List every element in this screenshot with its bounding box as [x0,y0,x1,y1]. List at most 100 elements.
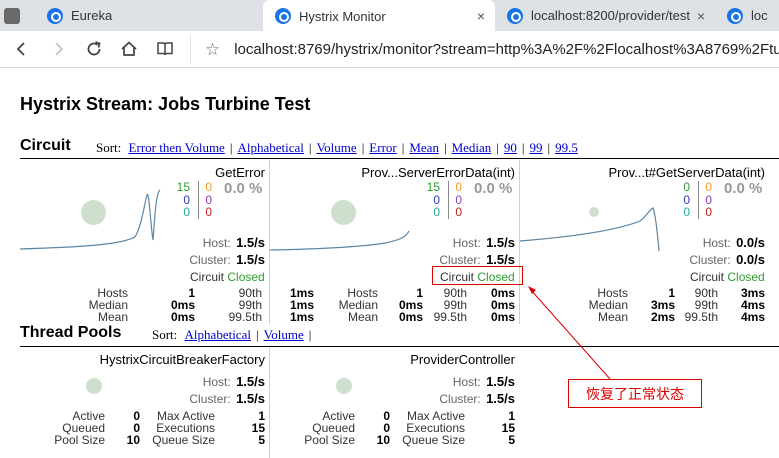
sort-99[interactable]: 99 [530,140,543,155]
pool-host-rate: Host: 1.5/s [453,374,515,389]
tab-close-icon[interactable]: × [697,8,705,24]
pool-host-rate: Host: 1.5/s [203,374,265,389]
sort-separator: | [401,140,405,155]
pool-sort-alphabetical[interactable]: Alphabetical [185,327,251,342]
host-rate: Host: 1.5/s [453,235,515,250]
pool-size-label: Pool Size [54,433,105,447]
circuit-sort-bar: Sort: Error then Volume | Alphabetical | Vol… [96,140,578,156]
circuit-status-value: Closed [227,270,265,284]
reading-view-button[interactable] [153,37,177,61]
queue-size-value: 5 [258,433,265,447]
pool-sort-volume[interactable]: Volume [264,327,304,342]
tab-localhost[interactable]: loc [715,0,779,31]
error-percentage: 0.0 % [474,180,513,197]
address-bar[interactable]: ☆ localhost:8769/hystrix/monitor?stream=… [190,35,779,64]
failure-count: 0 [205,205,212,219]
p995-label: 99.5th [228,310,262,324]
pool-stats: Active 0 Max Active 1 Queued 0 Executions 15 P… [270,410,515,446]
home-icon [121,41,137,56]
latency-stats: Hosts 1 90th 0ms Median 0ms 99th 0ms Mean 0ms 99… [270,287,515,323]
tab-label: localhost:8200/provider/test1/1 [531,8,691,23]
circuit-name: GetError [215,165,265,180]
p995-value: 4ms [740,310,765,324]
mean-value: 0ms [170,310,195,324]
circuit-status: Circuit Closed [690,270,765,284]
health-circle [81,200,106,225]
mean-label: Mean [97,310,128,324]
queue-size-value: 5 [508,433,515,447]
cluster-rate-value: 1.5/s [236,391,265,406]
tab-favicon-icon [727,7,743,24]
sort-error-then-volume[interactable]: Error then Volume [129,140,225,155]
pool-name: HystrixCircuitBreakerFactory [99,352,265,367]
success-count: 0 [683,180,690,194]
sort-separator: | [361,140,365,155]
sort-separator: | [255,327,259,342]
reload-button[interactable] [82,37,106,61]
p995-label: 99.5th [684,310,718,324]
sort-separator: | [521,140,525,155]
circuit-heading: Circuit [20,137,71,154]
sort-99-5[interactable]: 99.5 [555,140,578,155]
pool-health-circle [86,378,102,394]
sort-mean[interactable]: Mean [409,140,439,155]
sort-median[interactable]: Median [452,140,492,155]
book-icon [157,42,173,56]
tab-favicon-icon [47,7,63,24]
circuit-status: Circuit Closed [190,270,265,284]
bookmark-star-icon[interactable]: ☆ [205,40,220,60]
circuit-label: Circuit [690,270,725,284]
circuit-divider [20,158,779,159]
tab-favicon-icon [507,7,523,24]
tab-provider-test[interactable]: localhost:8200/provider/test1/1 × [495,0,715,31]
health-circle [589,207,599,217]
page-title: Hystrix Stream: Jobs Turbine Test [20,94,311,114]
sort-label: Sort: [96,140,122,155]
queue-size-label: Queue Size [402,433,465,447]
host-label: Host: [702,236,731,250]
cluster-rate: Cluster: 0.0/s [689,252,765,267]
forward-arrow-icon [55,42,64,56]
pool-size-label: Pool Size [304,433,355,447]
cluster-rate-value: 1.5/s [486,391,515,406]
forward-button[interactable] [46,37,70,61]
cluster-rate: Cluster: 1.5/s [439,252,515,267]
count-separator [448,181,449,219]
back-button[interactable] [10,37,34,61]
url-text: localhost:8769/hystrix/monitor?stream=ht… [234,41,779,58]
sort-alphabetical[interactable]: Alphabetical [237,140,303,155]
cluster-label: Cluster: [189,253,231,267]
error-percentage: 0.0 % [224,180,263,197]
host-rate: Host: 1.5/s [203,235,265,250]
cluster-rate-value: 1.5/s [236,252,265,267]
highlight-box [432,266,523,285]
sort-separator: | [308,140,312,155]
circuit-status-value: Closed [727,270,765,284]
pool-name: ProviderController [410,352,515,367]
tab-favicon-icon [275,8,291,24]
mean-value: 2ms [650,310,675,324]
host-rate-value: 1.5/s [236,235,265,250]
sort-error[interactable]: Error [369,140,396,155]
thread-sort-bar: Sort: Alphabetical | Volume | [152,327,316,343]
cluster-label: Cluster: [689,253,731,267]
home-button[interactable] [117,37,141,61]
tab-label: Hystrix Monitor [299,8,386,24]
error-percentage: 0.0 % [724,180,763,197]
failure-count: 0 [455,205,462,219]
mean-label: Mean [347,310,378,324]
pool-size-value: 10 [376,433,390,447]
sort-separator: | [443,140,447,155]
tab-close-icon[interactable]: × [477,8,485,24]
mean-value: 0ms [398,310,423,324]
mean-label: Mean [597,310,628,324]
tab-hystrix-monitor[interactable]: Hystrix Monitor × [263,0,495,31]
sort-separator: | [496,140,499,155]
tab-eureka[interactable]: Eureka [35,0,265,31]
cluster-rate-value: 0.0/s [736,252,765,267]
sort-separator: | [229,140,233,155]
pool-stats: Active 0 Max Active 1 Queued 0 Executions 15 P… [20,410,265,446]
sort-volume[interactable]: Volume [316,140,356,155]
sort-90[interactable]: 90 [504,140,517,155]
p995-label: 99.5th [433,310,467,324]
